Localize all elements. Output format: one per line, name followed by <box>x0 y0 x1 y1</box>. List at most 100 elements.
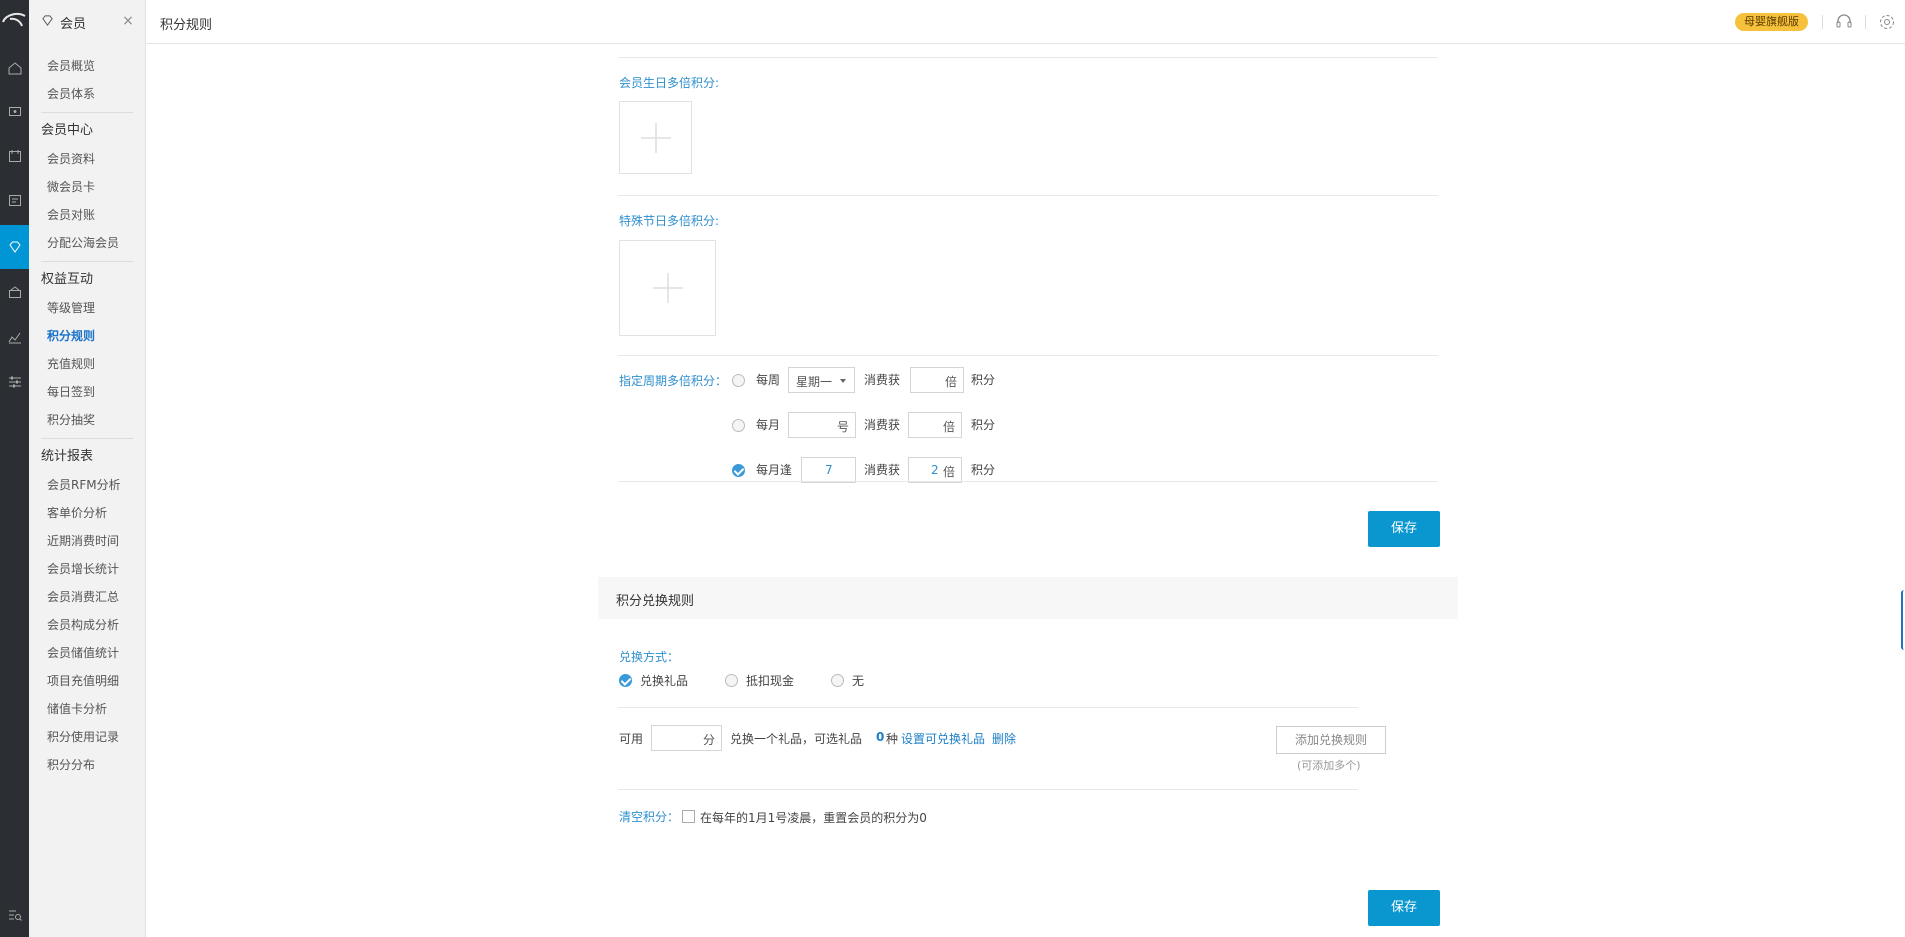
divider <box>618 355 1438 356</box>
birthday-add-button[interactable] <box>619 101 692 174</box>
exchange-section-title: 积分兑换规则 <box>616 594 695 609</box>
sidebar-item-micro-card[interactable]: 微会员卡 <box>29 173 145 201</box>
exchange-section-header: 积分兑换规则 <box>598 577 1458 619</box>
sidebar-divider <box>41 438 133 439</box>
add-exchange-rule-button[interactable]: 添加兑换规则 <box>1276 726 1386 754</box>
divider <box>618 195 1438 196</box>
sidebar-item-consumption-summary[interactable]: 会员消费汇总 <box>29 583 145 611</box>
sidebar-item-stored-value[interactable]: 会员储值统计 <box>29 639 145 667</box>
close-icon[interactable]: × <box>121 14 135 28</box>
sidebar-item-unit-price[interactable]: 客单价分析 <box>29 499 145 527</box>
monthly-repeat-multiplier-input[interactable]: 2 倍 <box>908 457 962 483</box>
sidebar-header: 会员 × <box>29 0 145 44</box>
member-diamond-icon <box>41 14 54 30</box>
sidebar-item-reconciliation[interactable]: 会员对账 <box>29 201 145 229</box>
exchange-rule-prefix: 可用 <box>619 732 644 746</box>
exchange-method-label: 兑换方式： <box>619 650 680 664</box>
sidebar-item-points-usage[interactable]: 积分使用记录 <box>29 723 145 751</box>
member-diamond-icon[interactable] <box>0 225 29 269</box>
sidebar-item-project-recharge[interactable]: 项目充值明细 <box>29 667 145 695</box>
edition-badge: 母婴旗舰版 <box>1735 13 1808 31</box>
scroll-indicator[interactable] <box>1901 590 1905 650</box>
top-bar: 积分规则 母婴旗舰版 <box>146 0 1905 44</box>
chart-icon[interactable] <box>0 315 29 359</box>
monthly-prefix: 每月 <box>756 418 781 432</box>
sidebar-title: 会员 <box>60 16 87 32</box>
search-menu-icon[interactable] <box>0 893 29 937</box>
divider <box>618 789 1358 790</box>
gear-icon[interactable] <box>1877 12 1897 32</box>
exchange-gift-label: 兑换礼品 <box>640 674 689 688</box>
weekly-suffix: 积分 <box>971 373 996 387</box>
clear-points-label: 清空积分： <box>619 810 680 824</box>
monthly-repeat-multiplier-unit: 倍 <box>942 465 955 479</box>
divider <box>618 57 1438 58</box>
chevron-down-icon <box>840 379 846 383</box>
monthly-repeat-multiplier-value: 2 <box>931 463 939 477</box>
sidebar-item-growth[interactable]: 会员增长统计 <box>29 555 145 583</box>
weekday-select-value: 星期一 <box>796 375 833 389</box>
monthly-repeat-suffix: 积分 <box>971 463 996 477</box>
headset-support-icon[interactable] <box>1834 12 1854 32</box>
save-button-bottom[interactable]: 保存 <box>1368 890 1440 926</box>
period-label: 指定周期多倍积分： <box>619 374 728 388</box>
app: 会员 × 会员概览 会员体系 会员中心 会员资料 微会员卡 会员对账 分配公海会… <box>0 0 1905 937</box>
sidebar-item-rfm[interactable]: 会员RFM分析 <box>29 471 145 499</box>
divider <box>1865 15 1866 29</box>
exchange-points-input[interactable]: 分 <box>651 725 722 751</box>
sidebar-item-member-system[interactable]: 会员体系 <box>29 80 145 108</box>
weekly-multiplier-input[interactable]: 倍 <box>910 367 964 393</box>
save-button[interactable]: 保存 <box>1368 511 1440 547</box>
weekly-prefix: 每周 <box>756 373 781 387</box>
exchange-none-label: 无 <box>852 674 865 688</box>
exchange-points-unit: 分 <box>702 733 715 747</box>
sidebar-group-member-center: 会员中心 <box>41 123 94 138</box>
sidebar-item-member-overview[interactable]: 会员概览 <box>29 52 145 80</box>
set-gift-link[interactable]: 设置可兑换礼品 <box>901 730 985 747</box>
sidebar-item-card-analysis[interactable]: 储值卡分析 <box>29 695 145 723</box>
monthly-repeat-prefix: 每月逢 <box>756 463 793 477</box>
monthly-repeat-radio[interactable] <box>732 464 745 477</box>
weekday-select[interactable]: 星期一 <box>788 367 855 393</box>
holiday-label: 特殊节日多倍积分: <box>619 214 720 228</box>
sidebar-item-composition[interactable]: 会员构成分析 <box>29 611 145 639</box>
sidebar-item-assign-pool[interactable]: 分配公海会员 <box>29 229 145 257</box>
logo-icon[interactable] <box>0 8 29 34</box>
exchange-gift-count: 0 <box>876 730 885 744</box>
exchange-cash-radio[interactable] <box>725 674 738 687</box>
sidebar-item-points-rules[interactable]: 积分规则 <box>29 322 145 350</box>
sidebar-item-points-distribution[interactable]: 积分分布 <box>29 751 145 779</box>
weekly-mid: 消费获 <box>864 373 901 387</box>
monthly-radio[interactable] <box>732 419 745 432</box>
exchange-rule-text: 兑换一个礼品，可选礼品 <box>730 732 863 746</box>
monthly-day-unit: 号 <box>836 420 849 434</box>
delete-rule-link[interactable]: 删除 <box>992 730 1016 747</box>
weekly-radio[interactable] <box>732 374 745 387</box>
sidebar-item-member-profile[interactable]: 会员资料 <box>29 145 145 173</box>
exchange-gift-radio[interactable] <box>619 674 632 687</box>
sidebar-item-level-management[interactable]: 等级管理 <box>29 294 145 322</box>
monthly-mid: 消费获 <box>864 418 901 432</box>
id-card-icon[interactable] <box>0 178 29 222</box>
page-title: 积分规则 <box>160 18 213 33</box>
settings-sliders-icon[interactable] <box>0 360 29 404</box>
sidebar-item-daily-checkin[interactable]: 每日签到 <box>29 378 145 406</box>
main-content: 会员生日多倍积分: 特殊节日多倍积分: 指定周期多倍积分： 每周 星期一 消费获… <box>146 45 1905 937</box>
gift-icon[interactable] <box>0 270 29 314</box>
calendar-icon[interactable] <box>0 134 29 178</box>
monthly-multiplier-input[interactable]: 倍 <box>908 412 962 438</box>
exchange-none-radio[interactable] <box>831 674 844 687</box>
birthday-label: 会员生日多倍积分: <box>619 76 720 90</box>
divider <box>618 707 1358 708</box>
monthly-day-input[interactable]: 号 <box>788 412 856 438</box>
monthly-repeat-mid: 消费获 <box>864 463 901 477</box>
message-icon[interactable] <box>0 90 29 134</box>
weekly-multiplier-unit: 倍 <box>944 375 957 389</box>
home-icon[interactable] <box>0 46 29 90</box>
monthly-repeat-day-input[interactable]: 7 <box>801 457 856 483</box>
sidebar-item-points-lottery[interactable]: 积分抽奖 <box>29 406 145 434</box>
sidebar-item-recharge-rules[interactable]: 充值规则 <box>29 350 145 378</box>
sidebar-item-recent-consumption[interactable]: 近期消费时间 <box>29 527 145 555</box>
holiday-add-button[interactable] <box>619 240 716 336</box>
clear-points-checkbox[interactable] <box>682 810 695 823</box>
